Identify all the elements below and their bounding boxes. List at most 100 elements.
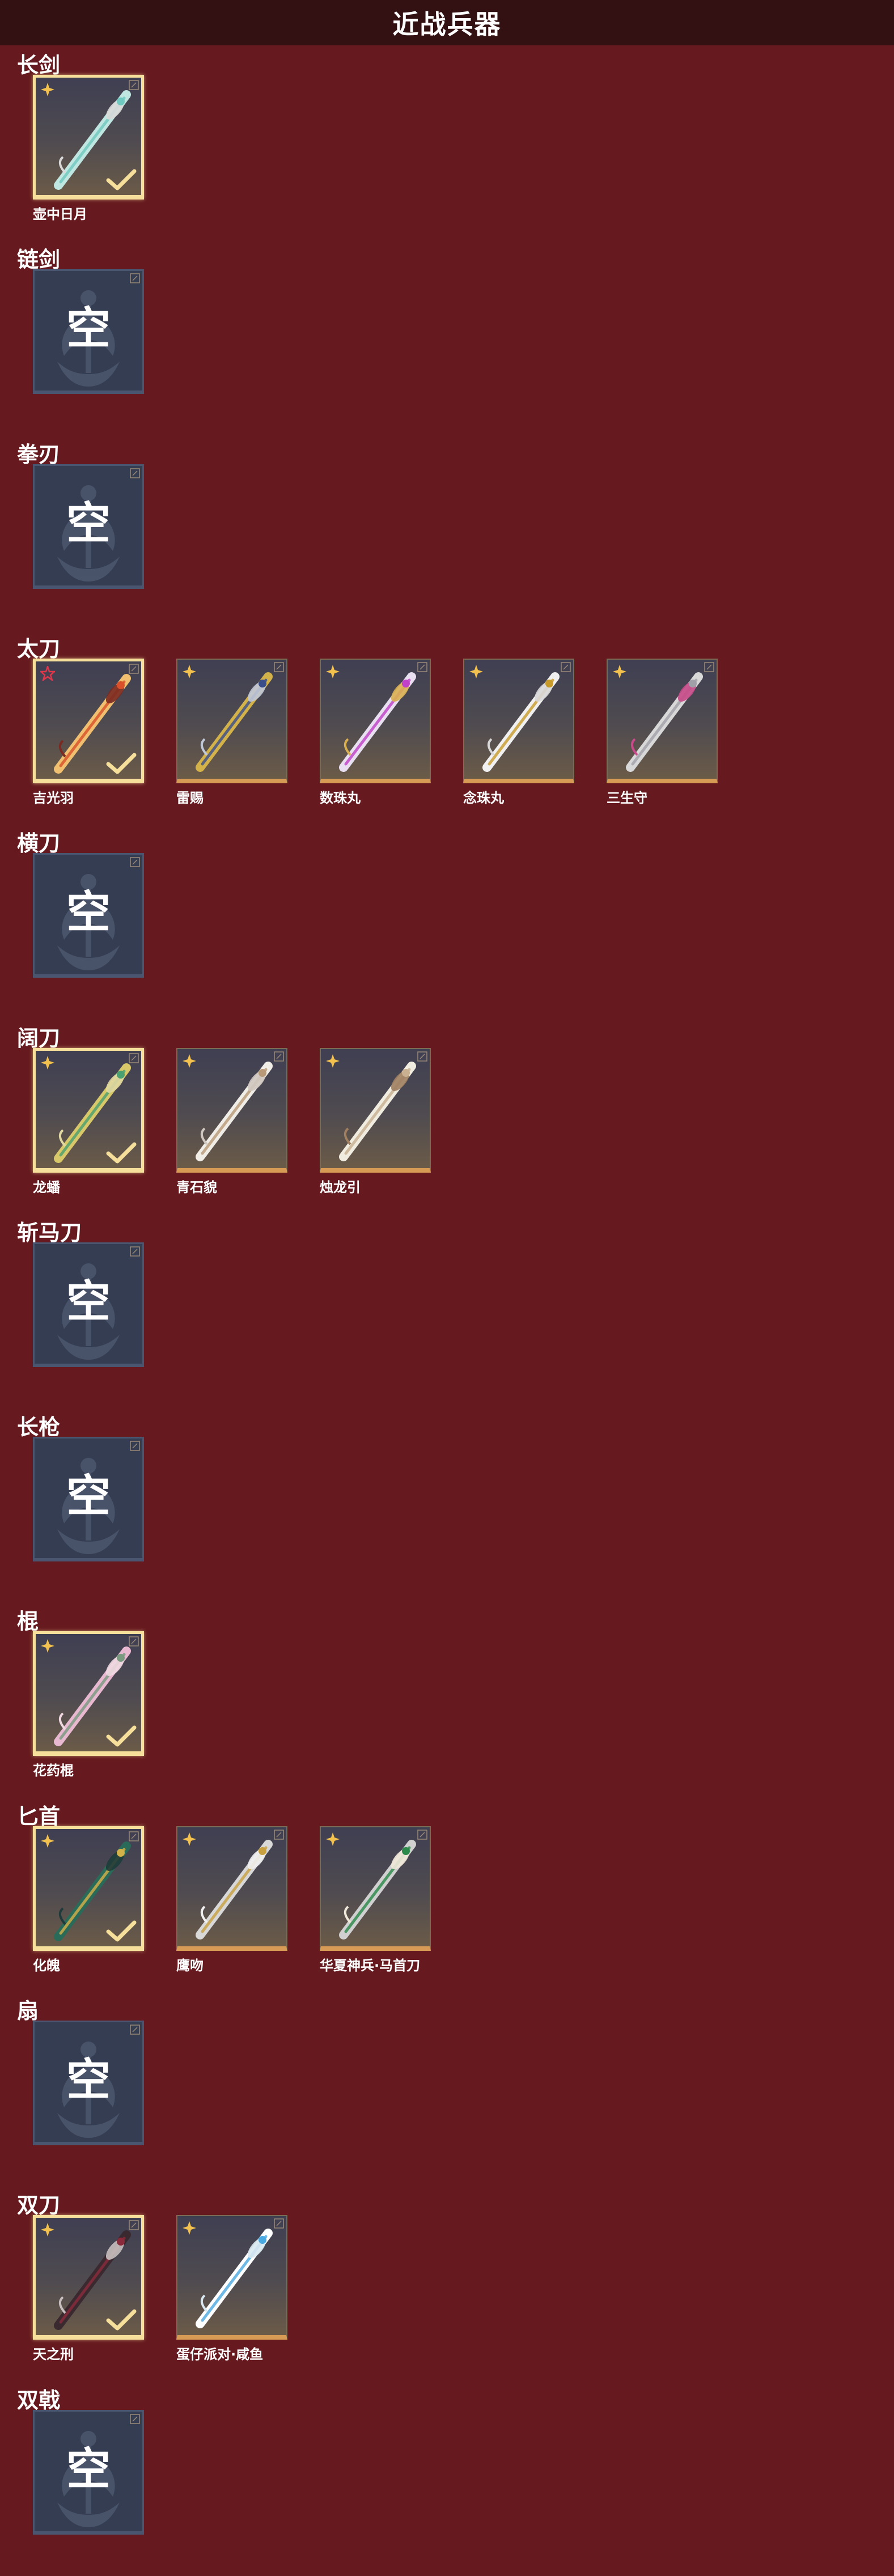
slot-corner-icon xyxy=(274,1051,284,1062)
weapon-item[interactable]: 吉光羽 xyxy=(33,658,144,806)
weapon-slot-row: 空 xyxy=(33,2021,855,2168)
category-title: 阔刀 xyxy=(17,1025,61,1051)
gold-rarity-star-icon xyxy=(41,2223,54,2237)
gold-rarity-star-icon xyxy=(183,1054,196,1068)
empty-slot-card[interactable]: 空 xyxy=(33,269,144,394)
weapon-item[interactable]: 青石貌 xyxy=(176,1047,287,1195)
slot-corner-icon xyxy=(129,1636,139,1647)
weapon-card[interactable] xyxy=(320,1826,431,1951)
weapon-name: 念珠丸 xyxy=(463,790,504,806)
weapon-slot-row: 龙蟠 青石貌 烛龙引 xyxy=(33,1047,855,1195)
category-title: 双戟 xyxy=(17,2387,61,2413)
empty-slot-card[interactable]: 空 xyxy=(33,2409,144,2535)
weapon-slot-empty[interactable]: 空 xyxy=(33,853,144,1000)
weapon-slot-empty[interactable]: 空 xyxy=(33,269,144,417)
category-title: 链剑 xyxy=(17,247,61,273)
slot-corner-icon xyxy=(129,1053,139,1063)
weapon-card[interactable] xyxy=(33,1826,144,1951)
weapon-item[interactable]: 壶中日月 xyxy=(33,75,144,222)
empty-slot-card[interactable]: 空 xyxy=(33,464,144,589)
weapon-card[interactable] xyxy=(33,658,144,783)
weapon-slot-row: 花药棍 xyxy=(33,1631,855,1779)
weapon-item[interactable]: 天之刑 xyxy=(33,2215,144,2362)
weapon-slot-empty[interactable]: 空 xyxy=(33,2409,144,2557)
weapon-card[interactable] xyxy=(176,1047,287,1173)
category-title: 棍 xyxy=(17,1609,39,1635)
equipped-check-icon xyxy=(106,753,137,774)
weapon-name: 数珠丸 xyxy=(320,790,361,806)
empty-slot-label: 空 xyxy=(66,1276,111,1327)
weapon-slot-row: 空 xyxy=(33,2409,855,2557)
empty-slot-card[interactable]: 空 xyxy=(33,1242,144,1367)
slot-corner-icon xyxy=(561,662,571,672)
category-title: 双刀 xyxy=(17,2193,61,2218)
weapon-card[interactable] xyxy=(33,75,144,200)
category-title: 长剑 xyxy=(17,53,61,78)
weapon-slot-empty[interactable]: 空 xyxy=(33,1242,144,1390)
slot-corner-icon xyxy=(417,1829,427,1840)
equipped-check-icon xyxy=(106,1142,137,1163)
weapon-card[interactable] xyxy=(176,658,287,783)
weapon-card[interactable] xyxy=(320,1047,431,1173)
weapon-card[interactable] xyxy=(176,1826,287,1951)
weapon-slot-empty[interactable]: 空 xyxy=(33,464,144,612)
weapon-slot-empty[interactable]: 空 xyxy=(33,1437,144,1584)
weapon-item[interactable]: 化魄 xyxy=(33,1826,144,1974)
slot-corner-icon xyxy=(130,1441,140,1451)
empty-slot-card[interactable]: 空 xyxy=(33,2021,144,2145)
slot-corner-icon xyxy=(129,2220,139,2231)
weapon-card[interactable] xyxy=(176,2215,287,2340)
weapon-card[interactable] xyxy=(320,658,431,783)
weapon-item[interactable]: 数珠丸 xyxy=(320,658,431,806)
empty-slot-card[interactable]: 空 xyxy=(33,853,144,978)
category-title: 长枪 xyxy=(17,1415,61,1440)
equipped-check-icon xyxy=(106,1725,137,1747)
equipped-check-icon xyxy=(106,2309,137,2331)
weapon-name: 三生守 xyxy=(607,790,647,806)
slot-corner-icon xyxy=(417,1051,427,1062)
gold-rarity-star-icon xyxy=(183,1832,196,1846)
weapon-card[interactable] xyxy=(33,1631,144,1756)
weapon-name: 花药棍 xyxy=(33,1763,74,1779)
weapon-item[interactable]: 雷赐 xyxy=(176,658,287,806)
weapon-item[interactable]: 烛龙引 xyxy=(320,1047,431,1195)
weapon-item[interactable]: 花药棍 xyxy=(33,1631,144,1779)
weapon-name: 鹰吻 xyxy=(176,1957,204,1974)
weapon-name: 吉光羽 xyxy=(33,790,74,806)
empty-slot-label: 空 xyxy=(66,2055,111,2106)
weapon-name: 蛋仔派对·咸鱼 xyxy=(176,2346,264,2363)
weapon-item[interactable]: 华夏神兵·马首刀 xyxy=(320,1826,431,1974)
weapon-item[interactable]: 鹰吻 xyxy=(176,1826,287,1974)
weapon-slot-row: 壶中日月 xyxy=(33,75,855,222)
slot-corner-icon xyxy=(417,662,427,672)
weapon-slot-empty[interactable]: 空 xyxy=(33,2021,144,2168)
category-title: 扇 xyxy=(17,1998,39,2023)
weapon-slot-row: 吉光羽 雷赐 数珠丸 念珠丸 三生守 xyxy=(33,658,855,806)
weapon-name: 龙蟠 xyxy=(33,1179,60,1195)
weapon-card[interactable] xyxy=(33,1047,144,1173)
weapon-item[interactable]: 念珠丸 xyxy=(463,658,574,806)
weapon-card[interactable] xyxy=(33,2215,144,2340)
weapon-item[interactable]: 三生守 xyxy=(607,658,718,806)
weapon-card[interactable] xyxy=(607,658,718,783)
slot-corner-icon xyxy=(274,662,284,672)
weapon-slot-row: 空 xyxy=(33,464,855,612)
weapon-card[interactable] xyxy=(463,658,574,783)
empty-slot-card[interactable]: 空 xyxy=(33,1437,144,1562)
weapon-item[interactable]: 蛋仔派对·咸鱼 xyxy=(176,2215,287,2362)
category-title: 横刀 xyxy=(17,831,61,856)
gold-rarity-star-icon xyxy=(326,1832,340,1846)
weapon-slot-row: 天之刑 蛋仔派对·咸鱼 xyxy=(33,2215,855,2362)
gold-rarity-star-icon xyxy=(41,83,54,96)
slot-corner-icon xyxy=(130,273,140,284)
slot-corner-icon xyxy=(130,2025,140,2035)
category-title: 斩马刀 xyxy=(17,1220,82,1245)
gold-rarity-star-icon xyxy=(613,664,626,678)
weapon-item[interactable]: 龙蟠 xyxy=(33,1047,144,1195)
weapon-name: 壶中日月 xyxy=(33,206,87,222)
weapon-name: 化魄 xyxy=(33,1957,60,1974)
header-bar: 近战兵器 xyxy=(0,0,894,45)
gold-rarity-star-icon xyxy=(41,1055,54,1070)
gold-rarity-star-icon xyxy=(469,664,483,678)
category-title: 拳刃 xyxy=(17,442,61,467)
